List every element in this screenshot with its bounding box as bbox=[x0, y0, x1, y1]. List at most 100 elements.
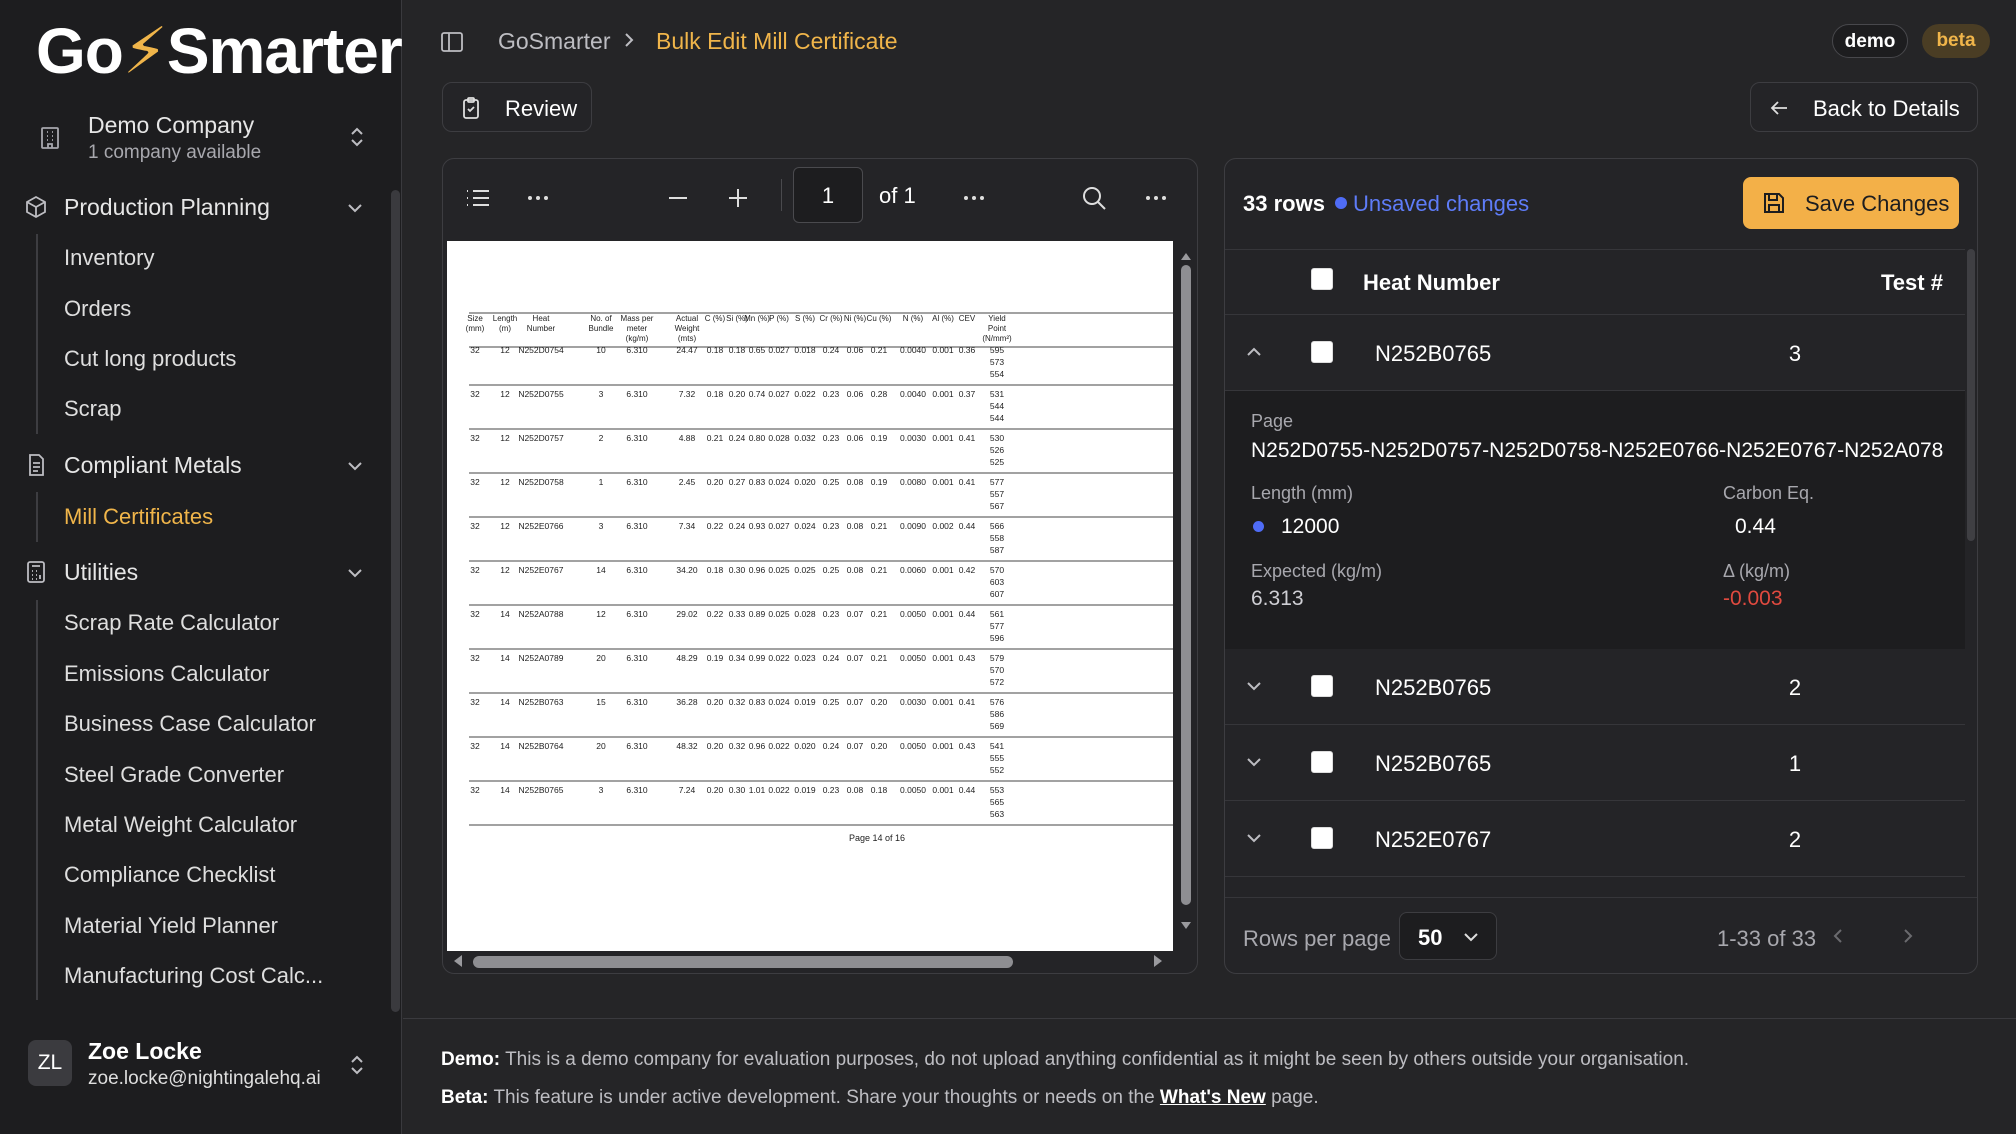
column-header: Size bbox=[467, 314, 483, 323]
chevron-right-icon[interactable] bbox=[1883, 912, 1933, 960]
table-row[interactable]: N252E0767 2 bbox=[1225, 801, 1965, 877]
sidebar-item-metal-weight-calculator[interactable]: Metal Weight Calculator bbox=[64, 812, 297, 838]
toolbar-divider bbox=[781, 179, 782, 211]
table-scrollbar[interactable] bbox=[1967, 249, 1975, 541]
table-cell: 12 bbox=[500, 389, 510, 399]
sidebar-item-scrap-rate-calculator[interactable]: Scrap Rate Calculator bbox=[64, 610, 279, 636]
save-changes-button[interactable]: Save Changes bbox=[1743, 177, 1959, 229]
scroll-right-icon[interactable] bbox=[1149, 953, 1165, 969]
table-cell: 0.001 bbox=[932, 345, 954, 355]
chevron-right-icon bbox=[625, 33, 634, 47]
column-header: (kg/m) bbox=[626, 334, 649, 343]
sidebar-toggle-icon[interactable] bbox=[440, 30, 464, 54]
demo-badge: demo bbox=[1832, 24, 1908, 58]
table-cell: 0.20 bbox=[707, 741, 724, 751]
table-cell: 6.310 bbox=[626, 785, 648, 795]
nav-group-label: Compliant Metals bbox=[64, 452, 242, 478]
review-button[interactable]: Review bbox=[442, 82, 592, 132]
sidebar-scrollbar[interactable] bbox=[391, 190, 400, 1012]
length-value[interactable]: 12000 bbox=[1281, 515, 1339, 539]
table-cell: 0.30 bbox=[729, 565, 746, 575]
heat-number-cell: N252B0765 bbox=[1375, 751, 1492, 776]
more-icon[interactable] bbox=[1141, 183, 1171, 213]
chevron-left-icon[interactable] bbox=[1813, 912, 1863, 960]
table-row[interactable]: N252B0765 3 bbox=[1225, 315, 1965, 391]
table-cell: 0.23 bbox=[823, 521, 840, 531]
horizontal-scroll-thumb[interactable] bbox=[473, 956, 1013, 968]
plus-icon[interactable] bbox=[723, 183, 753, 213]
table-cell: 20 bbox=[596, 741, 606, 751]
chevron-down-icon[interactable] bbox=[1245, 829, 1263, 847]
table-cell: 0.002 bbox=[932, 521, 954, 531]
table-cell: 0.22 bbox=[707, 521, 724, 531]
back-to-details-button[interactable]: Back to Details bbox=[1750, 82, 1978, 132]
select-all-checkbox[interactable] bbox=[1311, 268, 1333, 290]
table-cell: 0.027 bbox=[768, 345, 790, 355]
column-header: Cu (%) bbox=[867, 314, 892, 323]
sidebar-item-manufacturing-cost-calc[interactable]: Manufacturing Cost Calc... bbox=[64, 963, 323, 989]
test-number-header[interactable]: Test # bbox=[1881, 270, 1943, 296]
page-range: 1-33 of 33 bbox=[1717, 926, 1817, 951]
table-row[interactable]: N252B0765 1 bbox=[1225, 725, 1965, 801]
sidebar-item-scrap[interactable]: Scrap bbox=[64, 396, 121, 422]
search-icon[interactable] bbox=[1079, 183, 1109, 213]
table-cell: 14 bbox=[500, 653, 510, 663]
sidebar-item-cut-long-products[interactable]: Cut long products bbox=[64, 346, 236, 372]
yield-cell: 544 bbox=[990, 413, 1004, 423]
unsaved-changes-link[interactable]: Unsaved changes bbox=[1353, 191, 1529, 217]
sidebar-item-mill-certificates[interactable]: Mill Certificates bbox=[64, 504, 213, 530]
company-switcher[interactable]: Demo Company 1 company available bbox=[22, 106, 384, 168]
more-icon[interactable] bbox=[959, 183, 989, 213]
whats-new-link[interactable]: What's New bbox=[1160, 1087, 1266, 1108]
minus-icon[interactable] bbox=[663, 183, 693, 213]
sidebar-item-emissions-calculator[interactable]: Emissions Calculator bbox=[64, 661, 269, 687]
table-cell: 4.88 bbox=[679, 433, 696, 443]
table-cell: 3 bbox=[599, 389, 604, 399]
table-cell: 2.45 bbox=[679, 477, 696, 487]
sidebar-item-compliance-checklist[interactable]: Compliance Checklist bbox=[64, 862, 276, 888]
row-checkbox[interactable] bbox=[1311, 341, 1333, 363]
row-checkbox[interactable] bbox=[1311, 751, 1333, 773]
table-cell: 48.29 bbox=[676, 653, 698, 663]
nav-group-utilities[interactable]: Utilities bbox=[22, 553, 374, 593]
sidebar-item-inventory[interactable]: Inventory bbox=[64, 245, 155, 271]
table-cell: 0.001 bbox=[932, 741, 954, 751]
row-checkbox[interactable] bbox=[1311, 827, 1333, 849]
page-number-input[interactable]: 1 bbox=[793, 167, 863, 223]
table-cell: 0.23 bbox=[823, 785, 840, 795]
sidebar-item-orders[interactable]: Orders bbox=[64, 296, 131, 322]
vertical-scroll-thumb[interactable] bbox=[1181, 265, 1191, 905]
app-logo[interactable]: Go⚡Smarter bbox=[36, 14, 403, 89]
nav-group-compliant-metals[interactable]: Compliant Metals bbox=[22, 446, 374, 486]
column-header: Length bbox=[493, 314, 517, 323]
nav-group-production-planning[interactable]: Production Planning bbox=[22, 188, 374, 228]
list-icon[interactable] bbox=[463, 183, 493, 213]
sidebar-item-business-case-calculator[interactable]: Business Case Calculator bbox=[64, 711, 316, 737]
table-cell: 0.0030 bbox=[900, 697, 926, 707]
table-cell: 0.020 bbox=[794, 477, 816, 487]
row-checkbox[interactable] bbox=[1311, 675, 1333, 697]
table-cell: 7.34 bbox=[679, 521, 696, 531]
sidebar-item-steel-grade-converter[interactable]: Steel Grade Converter bbox=[64, 762, 284, 788]
table-cell: 0.25 bbox=[823, 477, 840, 487]
table-cell: 0.21 bbox=[707, 433, 724, 443]
heat-number-header[interactable]: Heat Number bbox=[1363, 270, 1500, 296]
chevron-down-icon[interactable] bbox=[1245, 753, 1263, 771]
scroll-left-icon[interactable] bbox=[451, 953, 467, 969]
breadcrumb-root[interactable]: GoSmarter bbox=[498, 28, 610, 55]
unsaved-dot bbox=[1335, 197, 1347, 209]
table-cell: 0.0040 bbox=[900, 389, 926, 399]
chevron-down-icon[interactable] bbox=[1245, 677, 1263, 695]
carbon-eq-value[interactable]: 0.44 bbox=[1735, 515, 1776, 539]
sidebar-item-material-yield-planner[interactable]: Material Yield Planner bbox=[64, 913, 278, 939]
more-icon[interactable] bbox=[523, 183, 553, 213]
chevron-up-icon[interactable] bbox=[1245, 343, 1263, 361]
table-cell: 0.08 bbox=[847, 565, 864, 575]
table-row[interactable]: N252B0765 2 bbox=[1225, 649, 1965, 725]
page-value[interactable]: N252D0755-N252D0757-N252D0758-N252E0766-… bbox=[1251, 439, 1943, 463]
table-cell: 0.22 bbox=[707, 609, 724, 619]
rows-per-page-select[interactable]: 50 bbox=[1399, 912, 1497, 960]
user-menu[interactable]: ZL Zoe Locke zoe.locke@nightingalehq.ai bbox=[22, 1030, 384, 1100]
table-cell: 6.310 bbox=[626, 741, 648, 751]
column-header: Al (%) bbox=[932, 314, 954, 323]
